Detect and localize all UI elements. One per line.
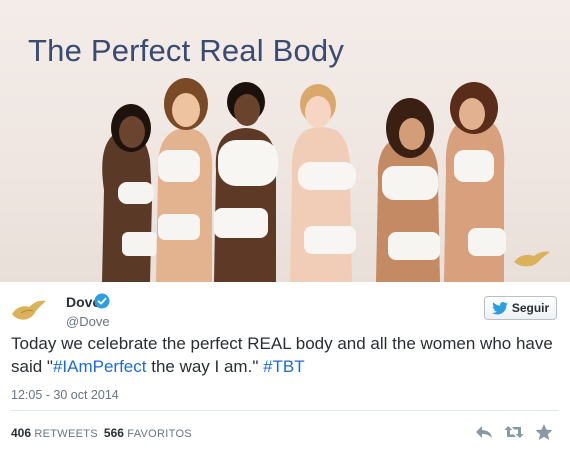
dove-logo-icon xyxy=(514,251,550,267)
divider xyxy=(11,410,559,411)
retweets-count: 406 xyxy=(11,426,32,440)
woman-figure xyxy=(102,104,158,282)
woman-figure xyxy=(444,82,506,282)
women-group-illustration xyxy=(102,78,506,282)
woman-figure xyxy=(290,84,356,282)
favorite-icon[interactable] xyxy=(534,423,554,441)
twitter-bird-icon xyxy=(491,301,508,314)
follow-button-label: Seguir xyxy=(511,301,550,315)
tweet-card: The Perfect Real Body Dove @Dove Seguir … xyxy=(0,0,570,450)
hashtag-link[interactable]: #IAmPerfect xyxy=(53,357,147,376)
retweets-stat[interactable]: 406 RETWEETS xyxy=(11,426,98,440)
tweet-stats: 406 RETWEETS 566 FAVORITOS xyxy=(11,426,192,440)
hashtag-link[interactable]: #TBT xyxy=(263,357,305,376)
retweets-label: RETWEETS xyxy=(34,428,98,440)
favorites-count: 566 xyxy=(103,426,124,440)
tweet-photo[interactable]: The Perfect Real Body xyxy=(0,0,570,282)
favorites-stat[interactable]: 566 FAVORITOS xyxy=(103,426,192,440)
author-handle[interactable]: @Dove xyxy=(66,314,110,329)
woman-figure xyxy=(376,98,440,282)
woman-figure xyxy=(214,82,278,282)
reply-icon[interactable] xyxy=(474,423,494,441)
tweet-timestamp[interactable]: 12:05 - 30 oct 2014 xyxy=(11,388,119,402)
retweet-icon[interactable] xyxy=(504,423,524,441)
dove-logo-icon[interactable] xyxy=(11,296,47,326)
follow-button[interactable]: Seguir xyxy=(484,296,557,320)
tweet-actions xyxy=(474,423,554,441)
verified-icon xyxy=(94,293,110,309)
tweet-text: Today we celebrate the perfect REAL body… xyxy=(11,332,561,378)
tweet-text-part: the way I am." xyxy=(146,357,264,376)
woman-figure xyxy=(156,78,213,282)
favorites-label: FAVORITOS xyxy=(127,428,192,440)
